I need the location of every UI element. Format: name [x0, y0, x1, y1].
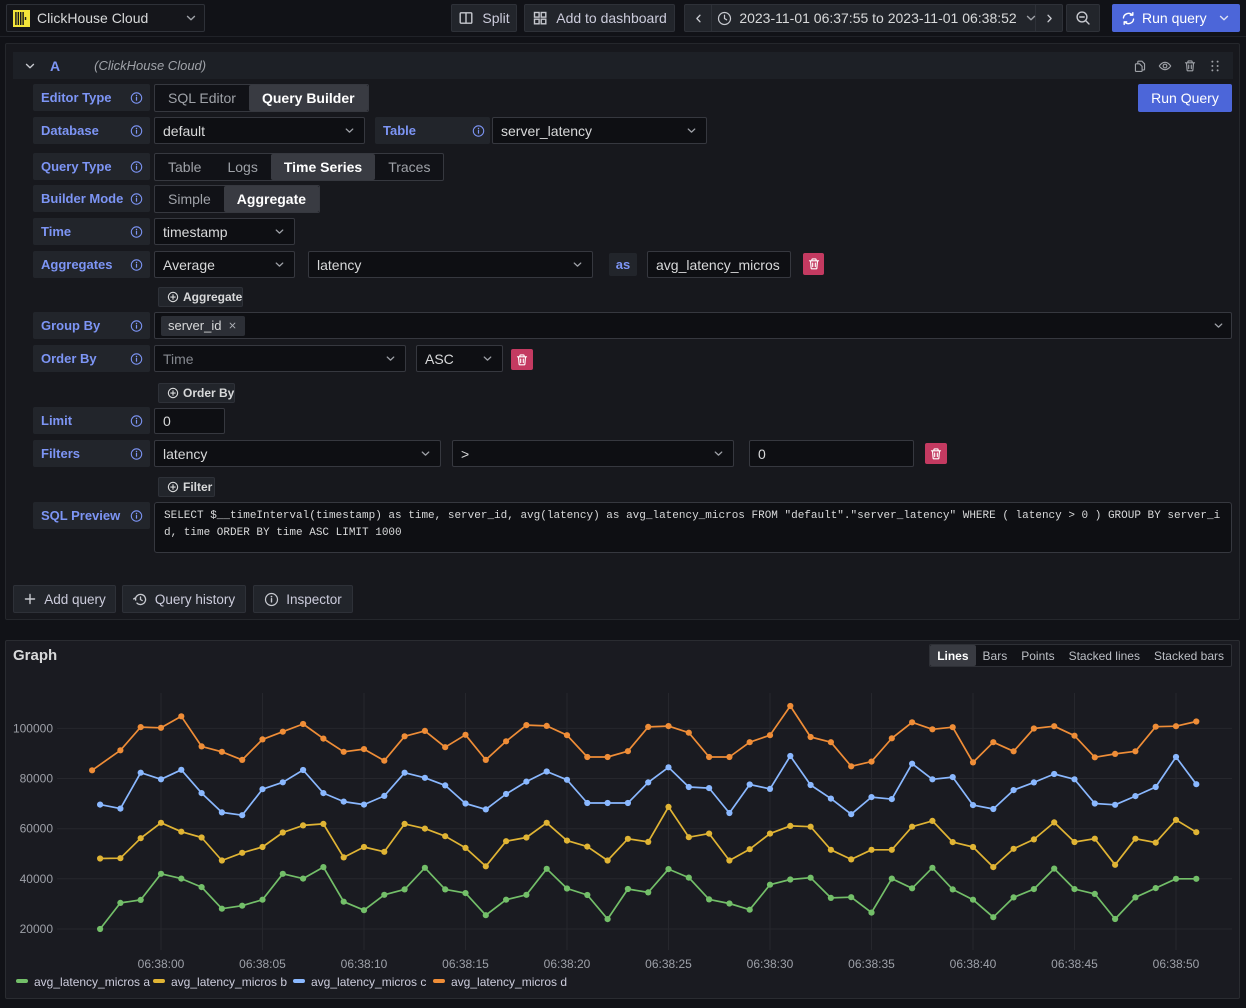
svg-text:avg_latency_micros d: avg_latency_micros d: [451, 975, 567, 989]
svg-text:100000: 100000: [13, 721, 53, 735]
svg-text:06:38:40: 06:38:40: [950, 957, 997, 971]
svg-text:06:38:35: 06:38:35: [848, 957, 895, 971]
svg-text:avg_latency_micros a: avg_latency_micros a: [34, 975, 150, 989]
svg-text:06:38:05: 06:38:05: [239, 957, 286, 971]
svg-text:60000: 60000: [20, 822, 54, 836]
svg-text:40000: 40000: [20, 872, 54, 886]
svg-text:06:38:25: 06:38:25: [645, 957, 692, 971]
svg-text:avg_latency_micros b: avg_latency_micros b: [171, 975, 287, 989]
svg-text:06:38:30: 06:38:30: [747, 957, 794, 971]
svg-text:06:38:45: 06:38:45: [1051, 957, 1098, 971]
svg-text:06:38:15: 06:38:15: [442, 957, 489, 971]
svg-text:avg_latency_micros c: avg_latency_micros c: [311, 975, 426, 989]
svg-text:06:38:20: 06:38:20: [544, 957, 591, 971]
svg-text:06:38:50: 06:38:50: [1153, 957, 1200, 971]
svg-text:06:38:10: 06:38:10: [341, 957, 388, 971]
svg-text:20000: 20000: [20, 922, 54, 936]
svg-text:80000: 80000: [20, 772, 54, 786]
svg-text:06:38:00: 06:38:00: [138, 957, 185, 971]
